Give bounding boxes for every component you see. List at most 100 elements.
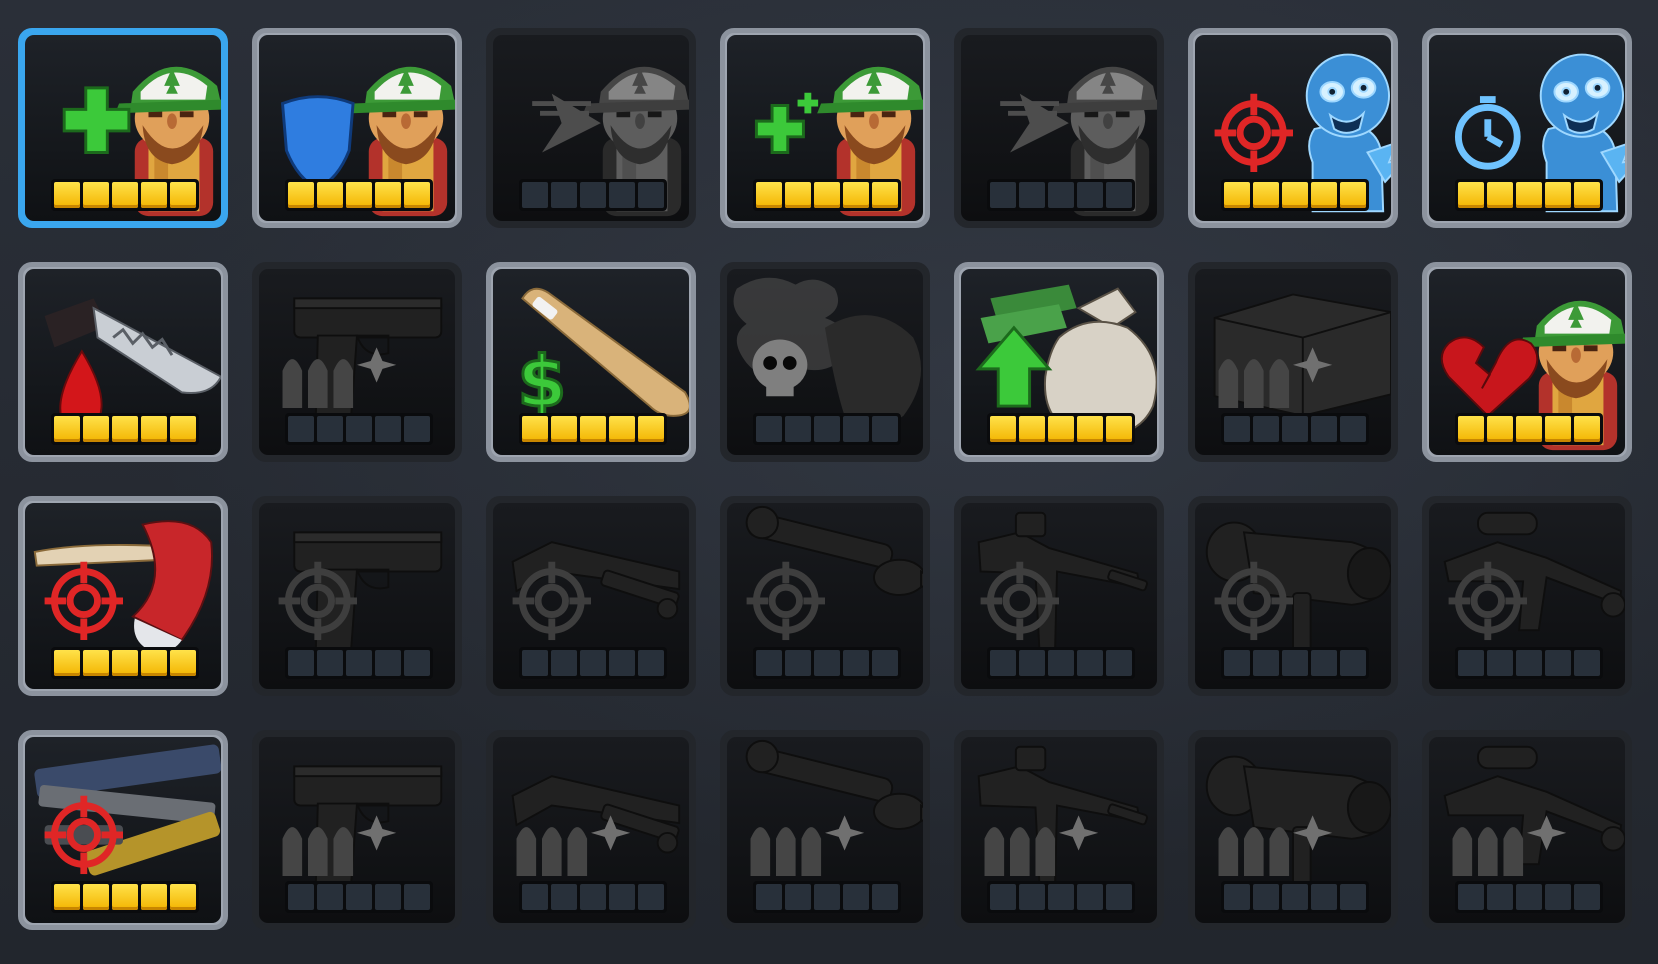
level-pip-empty xyxy=(1516,650,1542,676)
stopwatch-icon xyxy=(1454,96,1521,170)
upgrade-slot-hero-armor[interactable] xyxy=(252,28,462,228)
level-bar xyxy=(519,413,667,445)
level-bar xyxy=(987,647,1135,679)
upgrade-slot-minigun-mag[interactable] xyxy=(1188,730,1398,930)
level-pip-empty xyxy=(1574,650,1600,676)
level-pip-empty xyxy=(1224,650,1250,676)
level-pip-empty xyxy=(551,650,577,676)
level-pip-filled xyxy=(1224,182,1250,208)
upgrade-slot-hero-regen[interactable] xyxy=(720,28,930,228)
level-pip-empty xyxy=(990,182,1016,208)
upgrade-slot-pistol-mag[interactable] xyxy=(252,730,462,930)
upgrade-grid: $ xyxy=(0,0,1658,964)
level-pip-empty xyxy=(522,884,548,910)
upgrade-slot-rpg-mag[interactable] xyxy=(720,730,930,930)
upgrade-slot-money-bonus[interactable] xyxy=(954,262,1164,462)
level-pip-empty xyxy=(288,650,314,676)
speed-arrow-icon xyxy=(512,93,601,153)
upgrade-slot-knife-bleed[interactable] xyxy=(18,262,228,462)
level-pip-empty xyxy=(1340,650,1366,676)
upgrade-slot-pistol-damage[interactable] xyxy=(252,496,462,696)
level-pip-empty xyxy=(375,884,401,910)
level-pip-empty xyxy=(814,650,840,676)
level-pip-empty xyxy=(1311,650,1337,676)
upgrade-slot-rpg-damage[interactable] xyxy=(720,496,930,696)
upgrade-slot-sniper-mag[interactable] xyxy=(1422,730,1632,930)
level-pip-empty xyxy=(580,182,606,208)
level-pip-empty xyxy=(551,884,577,910)
level-pip-filled xyxy=(170,182,196,208)
upgrade-slot-hero-dash[interactable] xyxy=(954,28,1164,228)
level-pip-empty xyxy=(843,416,869,442)
level-bar xyxy=(51,179,199,211)
level-pip-filled xyxy=(170,416,196,442)
sniper-rifle-icon xyxy=(1443,511,1625,632)
svg-text:$: $ xyxy=(517,341,566,423)
level-pip-empty xyxy=(1340,884,1366,910)
level-pip-filled xyxy=(990,416,1016,442)
level-pip-filled xyxy=(1516,182,1542,208)
level-pip-filled xyxy=(1106,416,1132,442)
level-pip-empty xyxy=(843,884,869,910)
upgrade-slot-bat-cash[interactable]: $ xyxy=(486,262,696,462)
upgrade-slot-frame xyxy=(961,503,1157,689)
upgrade-slot-sniper-damage[interactable] xyxy=(1422,496,1632,696)
level-pip-empty xyxy=(375,416,401,442)
upgrade-slot-zombie-freeze-time[interactable] xyxy=(1422,28,1632,228)
level-pip-empty xyxy=(1106,884,1132,910)
upgrade-slot-hero-revive[interactable] xyxy=(1422,262,1632,462)
level-pip-empty xyxy=(638,182,664,208)
upgrade-slot-zombie-damage[interactable] xyxy=(1188,28,1398,228)
level-pip-empty xyxy=(317,416,343,442)
level-pip-empty xyxy=(814,884,840,910)
level-bar xyxy=(1455,647,1603,679)
upgrade-slot-frame xyxy=(493,737,689,923)
upgrade-slot-all-guns-damage[interactable] xyxy=(18,730,228,930)
level-pip-empty xyxy=(638,650,664,676)
level-bar xyxy=(753,881,901,913)
level-pip-filled xyxy=(609,416,635,442)
upgrade-slot-shotgun-damage[interactable] xyxy=(486,496,696,696)
level-pip-empty xyxy=(1019,182,1045,208)
upgrade-slot-rifle-damage[interactable] xyxy=(954,496,1164,696)
level-pip-empty xyxy=(785,884,811,910)
level-pip-filled xyxy=(1048,416,1074,442)
level-pip-filled xyxy=(83,650,109,676)
bullets-icon xyxy=(1452,815,1567,877)
level-pip-empty xyxy=(1106,650,1132,676)
upgrade-slot-frame xyxy=(961,269,1157,455)
upgrade-slot-axe-damage[interactable] xyxy=(18,496,228,696)
upgrade-slot-poison-cloud[interactable] xyxy=(720,262,930,462)
level-pip-empty xyxy=(1574,884,1600,910)
upgrade-slot-shotgun-mag[interactable] xyxy=(486,730,696,930)
level-pip-empty xyxy=(317,650,343,676)
level-pip-empty xyxy=(317,884,343,910)
upgrade-slot-frame xyxy=(961,737,1157,923)
red-crosshair-icon xyxy=(44,561,123,641)
level-bar xyxy=(1221,647,1369,679)
upgrade-slot-hero-speed[interactable] xyxy=(486,28,696,228)
level-pip-filled xyxy=(83,182,109,208)
level-pip-filled xyxy=(1340,182,1366,208)
upgrade-slot-minigun-damage[interactable] xyxy=(1188,496,1398,696)
level-bar xyxy=(51,413,199,445)
upgrade-slot-frame xyxy=(727,503,923,689)
level-bar xyxy=(51,647,199,679)
level-pip-empty xyxy=(872,884,898,910)
level-bar xyxy=(519,881,667,913)
upgrade-slot-frame xyxy=(493,503,689,689)
level-pip-empty xyxy=(609,884,635,910)
upgrade-slot-rifle-mag[interactable] xyxy=(954,730,1164,930)
upgrade-slot-hero-health[interactable] xyxy=(18,28,228,228)
upgrade-slot-pistol-ammo[interactable] xyxy=(252,262,462,462)
level-pip-filled xyxy=(1516,416,1542,442)
upgrade-slot-frame xyxy=(961,35,1157,221)
upgrade-slot-crate-ammo[interactable] xyxy=(1188,262,1398,462)
level-pip-empty xyxy=(1106,182,1132,208)
level-pip-filled xyxy=(1282,182,1308,208)
level-pip-filled xyxy=(1574,416,1600,442)
level-pip-filled xyxy=(170,884,196,910)
level-pip-empty xyxy=(346,884,372,910)
skull-icon xyxy=(752,339,808,397)
level-pip-empty xyxy=(990,884,1016,910)
